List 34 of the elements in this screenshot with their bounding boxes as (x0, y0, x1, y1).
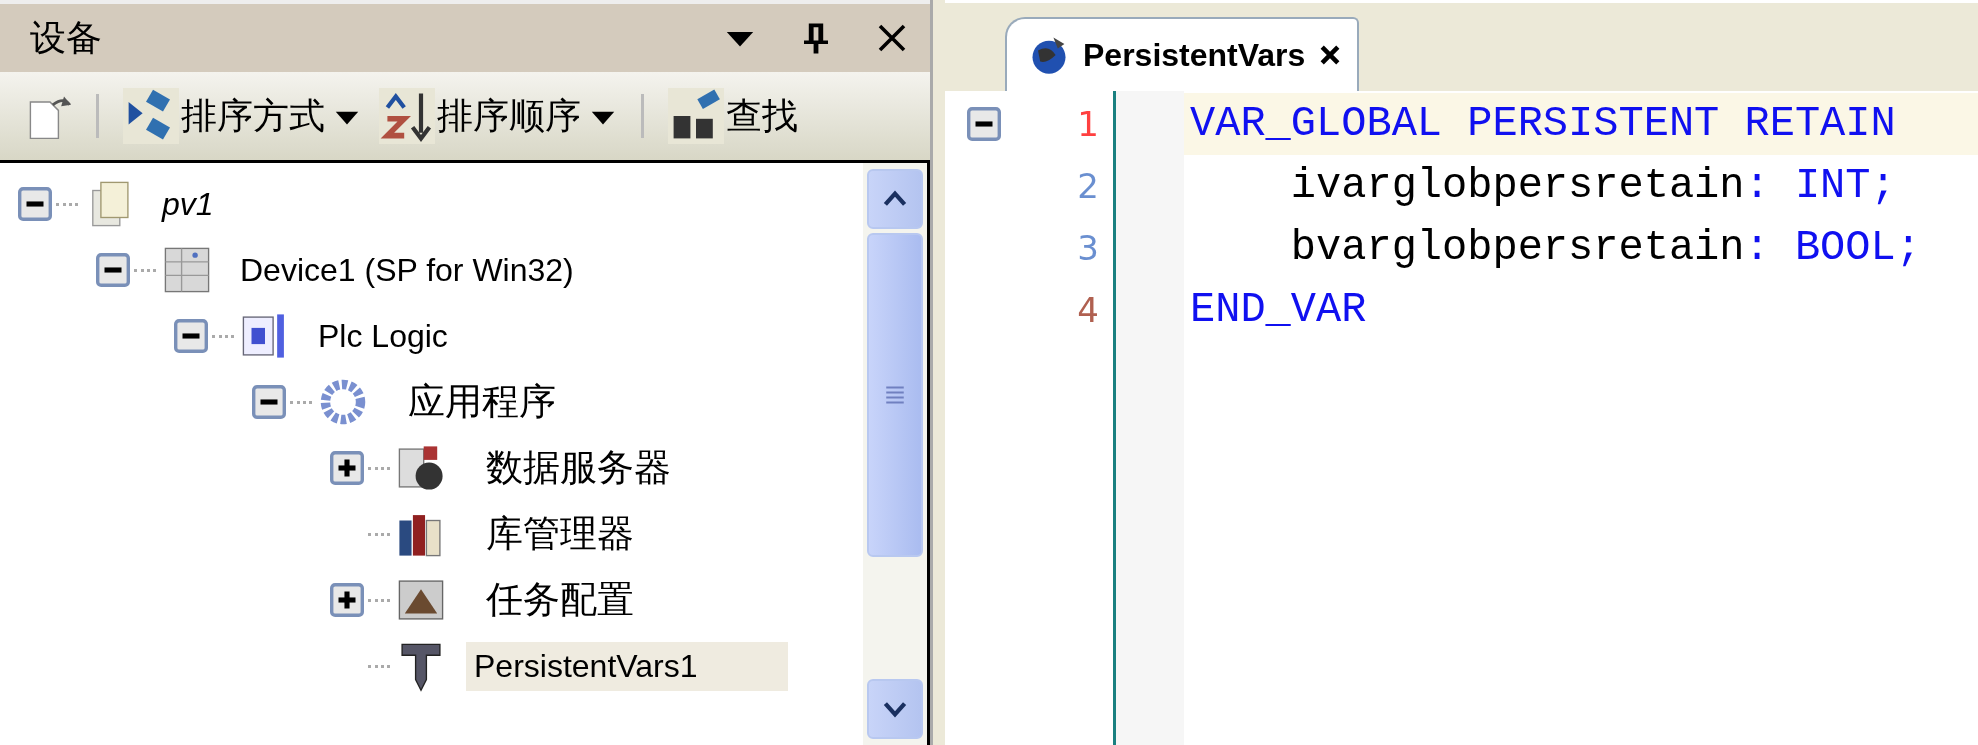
tree-item[interactable]: 库管理器 (466, 503, 642, 565)
code-line: ivarglobpersretain: INT; (1289, 161, 1897, 212)
grip-icon (885, 386, 905, 404)
tree-item[interactable]: 应用程序 (388, 371, 564, 433)
sort-order-icon (379, 88, 435, 144)
expand-toggle[interactable] (330, 451, 364, 485)
editor-tab[interactable]: PersistentVars (1005, 17, 1360, 91)
tree-item[interactable]: Device1 (SP for Win32) (232, 245, 582, 295)
find-button[interactable]: 查找 (662, 88, 804, 144)
scroll-thumb[interactable] (867, 233, 923, 557)
code-line: END_VAR (1189, 285, 1368, 336)
collapse-toggle[interactable] (96, 253, 130, 287)
tree-item[interactable]: 任务配置 (466, 569, 642, 631)
expand-toggle[interactable] (330, 583, 364, 617)
sort-menu-button[interactable]: 排序顺序 (373, 88, 623, 144)
fold-toggle[interactable] (967, 107, 1001, 141)
line-number: 3 (1077, 228, 1099, 268)
sort-icon (123, 88, 179, 144)
line-number: 2 (1077, 166, 1099, 206)
code-line: bvarglobpersretain: BOOL; (1289, 223, 1922, 274)
line-number: 4 (1077, 290, 1099, 330)
line-number: 1 (1077, 104, 1099, 144)
scroll-down-button[interactable] (867, 679, 923, 739)
panel-title: 设备 (30, 15, 102, 60)
tree-item[interactable]: 数据服务器 (466, 437, 679, 499)
collapse-toggle[interactable] (18, 187, 52, 221)
scroll-up-button[interactable] (867, 169, 923, 229)
tree-item[interactable]: PersistentVars1 (466, 641, 788, 691)
tree-item[interactable]: pv1 (154, 179, 222, 229)
sort-menu-button[interactable]: 排序方式 (117, 88, 367, 144)
collapse-toggle[interactable] (174, 319, 208, 353)
tree-item[interactable]: Plc Logic (310, 311, 456, 361)
collapse-toggle[interactable] (252, 385, 286, 419)
binoculars-icon (668, 88, 724, 144)
